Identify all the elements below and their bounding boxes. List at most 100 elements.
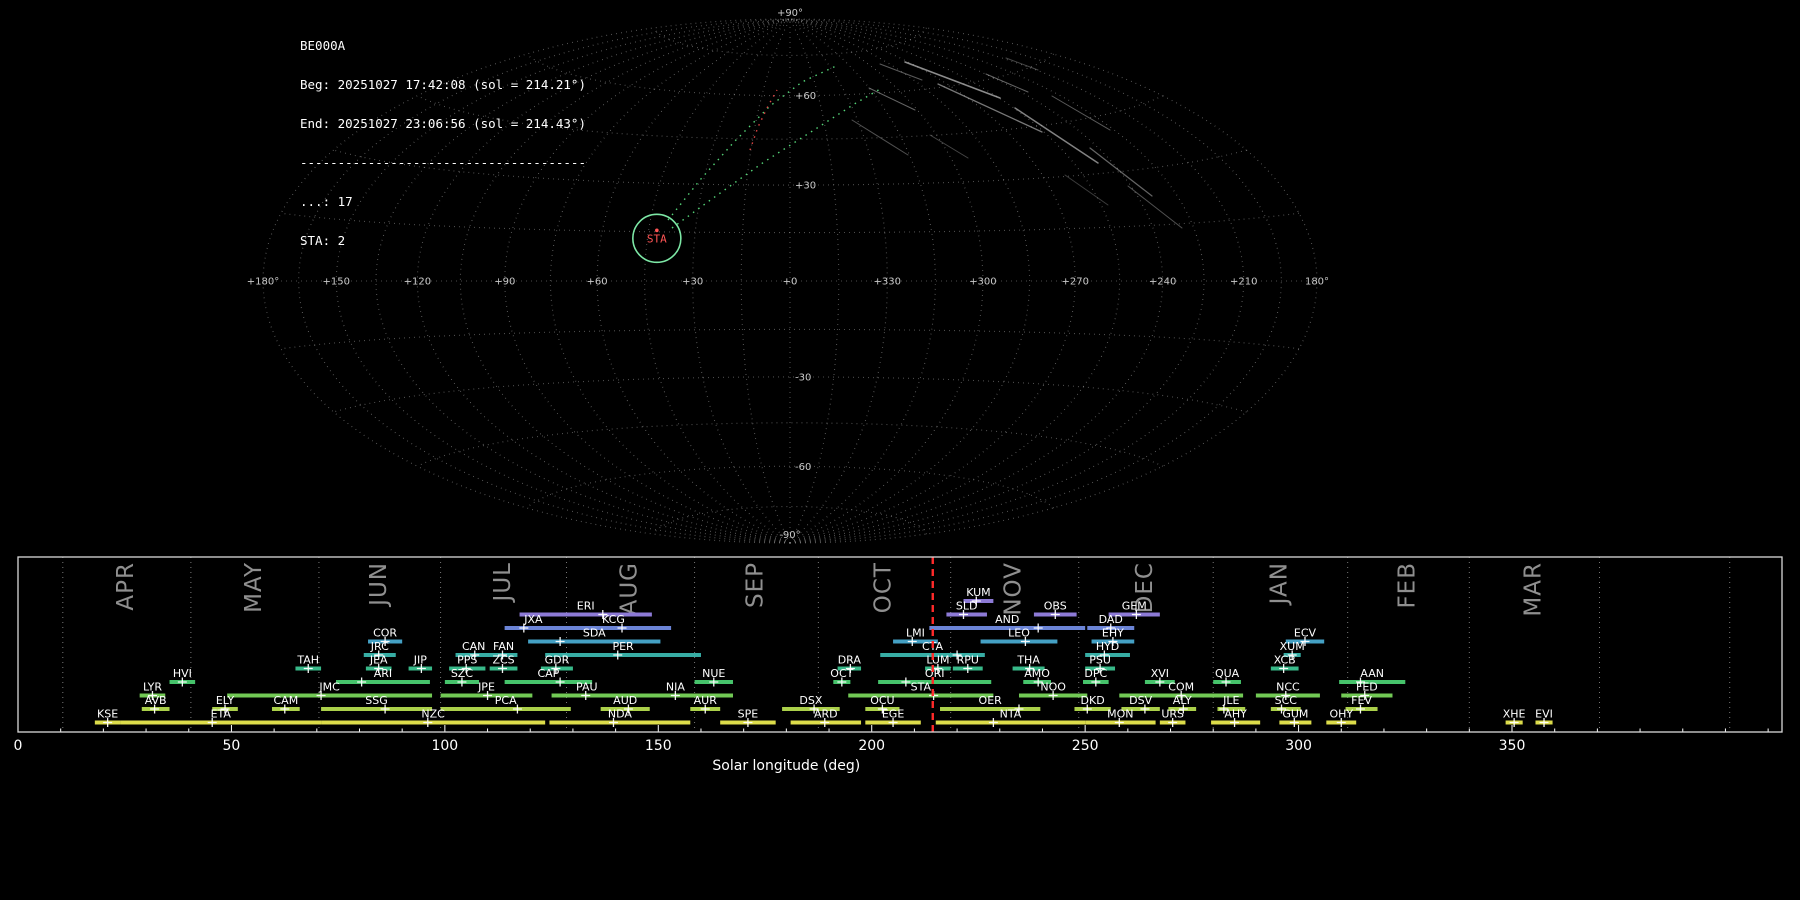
shower-label-MON: MON [1107,708,1133,721]
grid-parallel [653,27,927,56]
shower-label-FEV: FEV [1351,694,1372,707]
shower-label-HYD: HYD [1096,640,1119,653]
shower-label-AUD: AUD [613,694,637,707]
lon-label: +120 [404,277,431,288]
shower-label-STA: STA [911,681,932,694]
meteor-trail [1127,185,1183,229]
shower-label-SSG: SSG [365,694,388,707]
shower-label-XCB: XCB [1274,654,1296,667]
shower-label-AMO: AMO [1024,667,1050,680]
x-axis-label: Solar longitude (deg) [712,758,860,774]
shower-peak-SDA [555,637,565,646]
obs-end-line: End: 20251027 23:06:56 (sol = 214.43°) [300,116,586,131]
shower-label-QUA: QUA [1215,667,1240,680]
grid-parallel [280,328,1300,350]
shower-label-SDA: SDA [583,627,606,640]
shower-label-JIP: JIP [413,654,427,667]
shower-label-DSV: DSV [1129,694,1152,707]
month-label: FEB [1395,562,1421,609]
shower-label-SLD: SLD [956,600,978,613]
info-panel: BE000A Beg: 20251027 17:42:08 (sol = 214… [300,13,586,273]
shower-label-NTA: NTA [1000,708,1022,721]
meteor-trail [985,73,1029,93]
shower-label-NDA: NDA [608,708,633,721]
shower-label-PAU: PAU [576,681,598,694]
sporadic-count: ...: 17 [300,194,353,209]
shower-label-GDR: GDR [545,654,570,667]
lon-label: +210 [1230,277,1257,288]
grid-parallel [333,376,1247,413]
shower-label-ARI: ARI [374,667,392,680]
month-label: AUG [617,562,643,615]
shower-label-PER: PER [612,640,634,653]
shower-peak-AND [1033,623,1043,633]
shower-peak-ARI [357,677,367,687]
meteor-trail [929,134,969,159]
shower-label-JLE: JLE [1222,694,1239,707]
meteor-trail [904,61,1001,99]
shower-label-ETA: ETA [211,708,232,721]
shower-label-JPE: JPE [477,681,495,694]
tick-label: 350 [1499,738,1526,754]
lon-label: +150 [323,277,350,288]
lat-label: +30 [795,181,816,192]
tick-label: 0 [14,738,23,754]
shower-label-AND: AND [995,613,1019,626]
shower-label-JXA: JXA [523,613,543,626]
shower-label-GEM: GEM [1122,600,1147,613]
lon-label: +0 [783,277,798,288]
tick-label: 50 [223,738,241,754]
shower-label-KUM: KUM [966,586,990,599]
month-label: NOV [1001,562,1027,616]
tick-label: 200 [858,738,885,754]
grid-parallel [526,53,1054,97]
month-label: SEP [742,562,768,608]
shower-label-AVB: AVB [145,694,167,707]
shower-label-AAN: AAN [1360,667,1384,680]
obs-begin-line: Beg: 20251027 17:42:08 (sol = 214.21°) [300,77,586,92]
lat-label: -90° [779,530,800,541]
sta-count: STA: 2 [300,233,346,248]
shower-label-CAP: CAP [537,667,559,680]
radiant-label: STA [647,232,667,245]
month-label: JAN [1267,562,1293,606]
shower-label-NZC: NZC [421,708,445,721]
association-path [671,87,883,229]
meteor-trail [851,119,909,156]
meteor-trail [1005,57,1039,71]
shower-label-CAN: CAN [462,640,485,653]
lon-label: +270 [1061,277,1088,288]
shower-label-ERI: ERI [577,600,595,613]
radiant-map-report: +180° +150 +120 +90 +60 +30 +0 +330 +300 +270 +240… [0,0,1800,900]
grid-meridian [789,18,1076,544]
shower-label-LEO: LEO [1008,627,1030,640]
tick-label: 100 [431,738,458,754]
shower-label-NCC: NCC [1276,681,1300,694]
shower-label-ALY: ALY [1173,694,1192,707]
lon-label: +60 [587,277,608,288]
shower-label-FAN: FAN [493,640,514,653]
month-label: MAY [241,562,267,613]
month-label: JUL [490,562,516,603]
shower-label-DRA: DRA [838,654,862,667]
shower-peak-ORI [901,677,911,687]
tick-label: 300 [1285,738,1312,754]
shower-label-CAM: CAM [274,694,299,707]
shower-label-ZCS: ZCS [492,654,514,667]
lat-label: +60 [795,91,816,102]
grid-meridian [692,18,791,544]
lon-label: +90 [494,277,515,288]
shower-label-ORI: ORI [925,667,945,680]
lat-label: -30 [795,372,811,383]
shower-label-FED: FED [1356,681,1378,694]
shower-label-OER: OER [979,694,1003,707]
shower-label-SCC: SCC [1275,694,1298,707]
lon-label: +240 [1149,277,1176,288]
grid-meridian [789,18,1282,544]
plot-canvas: +180° +150 +120 +90 +60 +30 +0 +330 +300 +270 +240… [14,8,1783,774]
activity-timeline: APR MAY JUN JUL AUG SEP OCT NOV DEC JAN FEB MARKUME… [14,556,1783,774]
lon-label: +330 [874,277,901,288]
meteor-trail [1089,147,1153,197]
association-path [749,89,778,151]
lon-label: 180° [1305,277,1329,288]
